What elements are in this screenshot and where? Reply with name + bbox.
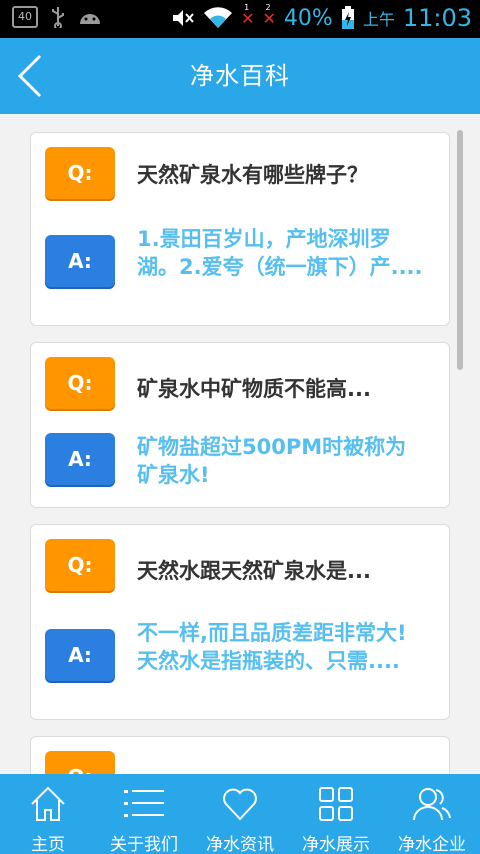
home-icon bbox=[31, 786, 65, 821]
heart-icon bbox=[223, 788, 257, 821]
scrollbar[interactable] bbox=[457, 130, 463, 370]
question-text: 天然水跟天然矿泉水是... bbox=[137, 559, 371, 583]
battery-percent: 40% bbox=[283, 5, 333, 31]
question-text: 天然矿泉水有哪些牌子？ bbox=[137, 163, 368, 187]
tab-companies[interactable]: 净水企业 bbox=[384, 774, 480, 854]
no-signal-sim1-icon: 1 ✕ bbox=[241, 2, 255, 28]
bottom-tab-bar: 主页 关于我们 净水资讯 净水展示 净水企业 bbox=[0, 774, 480, 854]
ampm-label: 上午 bbox=[362, 10, 395, 29]
tab-label: 关于我们 bbox=[110, 835, 178, 854]
users-icon bbox=[413, 788, 451, 821]
answer-text: 不一样,而且品质差距非常大! 天然水是指瓶装的、只需.... bbox=[137, 621, 407, 673]
notification-count-icon: 40 bbox=[12, 6, 38, 28]
answer-badge: A: bbox=[45, 629, 115, 681]
page-title: 净水百科 bbox=[190, 62, 290, 90]
tab-label: 净水展示 bbox=[302, 835, 370, 854]
answer-text: 1.景田百岁山，产地深圳罗湖。2.爱夸（统一旗下）产.... bbox=[137, 227, 423, 279]
tab-home[interactable]: 主页 bbox=[0, 774, 96, 854]
status-bar: 40 1 ✕ 2 ✕ 40% 上午 11:03 bbox=[0, 0, 480, 38]
list-icon bbox=[124, 790, 164, 817]
answer-badge: A: bbox=[45, 433, 115, 485]
question-badge: Q: bbox=[45, 147, 115, 199]
wifi-icon bbox=[204, 7, 233, 29]
tab-showcase[interactable]: 净水展示 bbox=[288, 774, 384, 854]
tab-label: 主页 bbox=[31, 835, 65, 854]
question-badge: Q: bbox=[45, 751, 115, 774]
no-signal-sim2-icon: 2 ✕ bbox=[262, 2, 276, 28]
answer-badge: A: bbox=[45, 235, 115, 287]
faq-card[interactable]: Q: 天然水跟天然矿泉水是... A: 不一样,而且品质差距非常大! 天然水是指… bbox=[30, 524, 450, 720]
battery-charging-icon bbox=[341, 6, 354, 29]
title-bar: 净水百科 bbox=[0, 38, 480, 114]
usb-icon bbox=[52, 7, 64, 28]
question-badge: Q: bbox=[45, 539, 115, 591]
grid-icon bbox=[319, 787, 353, 821]
question-badge: Q: bbox=[45, 357, 115, 409]
question-text: 矿泉水中矿物质不能高... bbox=[137, 377, 371, 401]
clock: 11:03 bbox=[402, 4, 472, 32]
tab-label: 净水企业 bbox=[398, 835, 466, 854]
answer-text: 矿物盐超过500PM时被称为矿泉水! bbox=[137, 435, 407, 487]
mute-icon bbox=[173, 10, 194, 26]
tab-label: 净水资讯 bbox=[206, 835, 274, 854]
faq-card[interactable]: Q: 矿泉水中矿物质不能高... A: 矿物盐超过500PM时被称为矿泉水! bbox=[30, 342, 450, 508]
tab-about[interactable]: 关于我们 bbox=[96, 774, 192, 854]
faq-card[interactable]: Q: 天然矿泉水有哪些牌子？ A: 1.景田百岁山，产地深圳罗湖。2.爱夸（统一… bbox=[30, 132, 450, 326]
android-icon bbox=[80, 14, 100, 24]
faq-list[interactable]: Q: 天然矿泉水有哪些牌子？ A: 1.景田百岁山，产地深圳罗湖。2.爱夸（统一… bbox=[0, 114, 480, 774]
tab-news[interactable]: 净水资讯 bbox=[192, 774, 288, 854]
faq-card[interactable]: Q: bbox=[30, 736, 450, 774]
